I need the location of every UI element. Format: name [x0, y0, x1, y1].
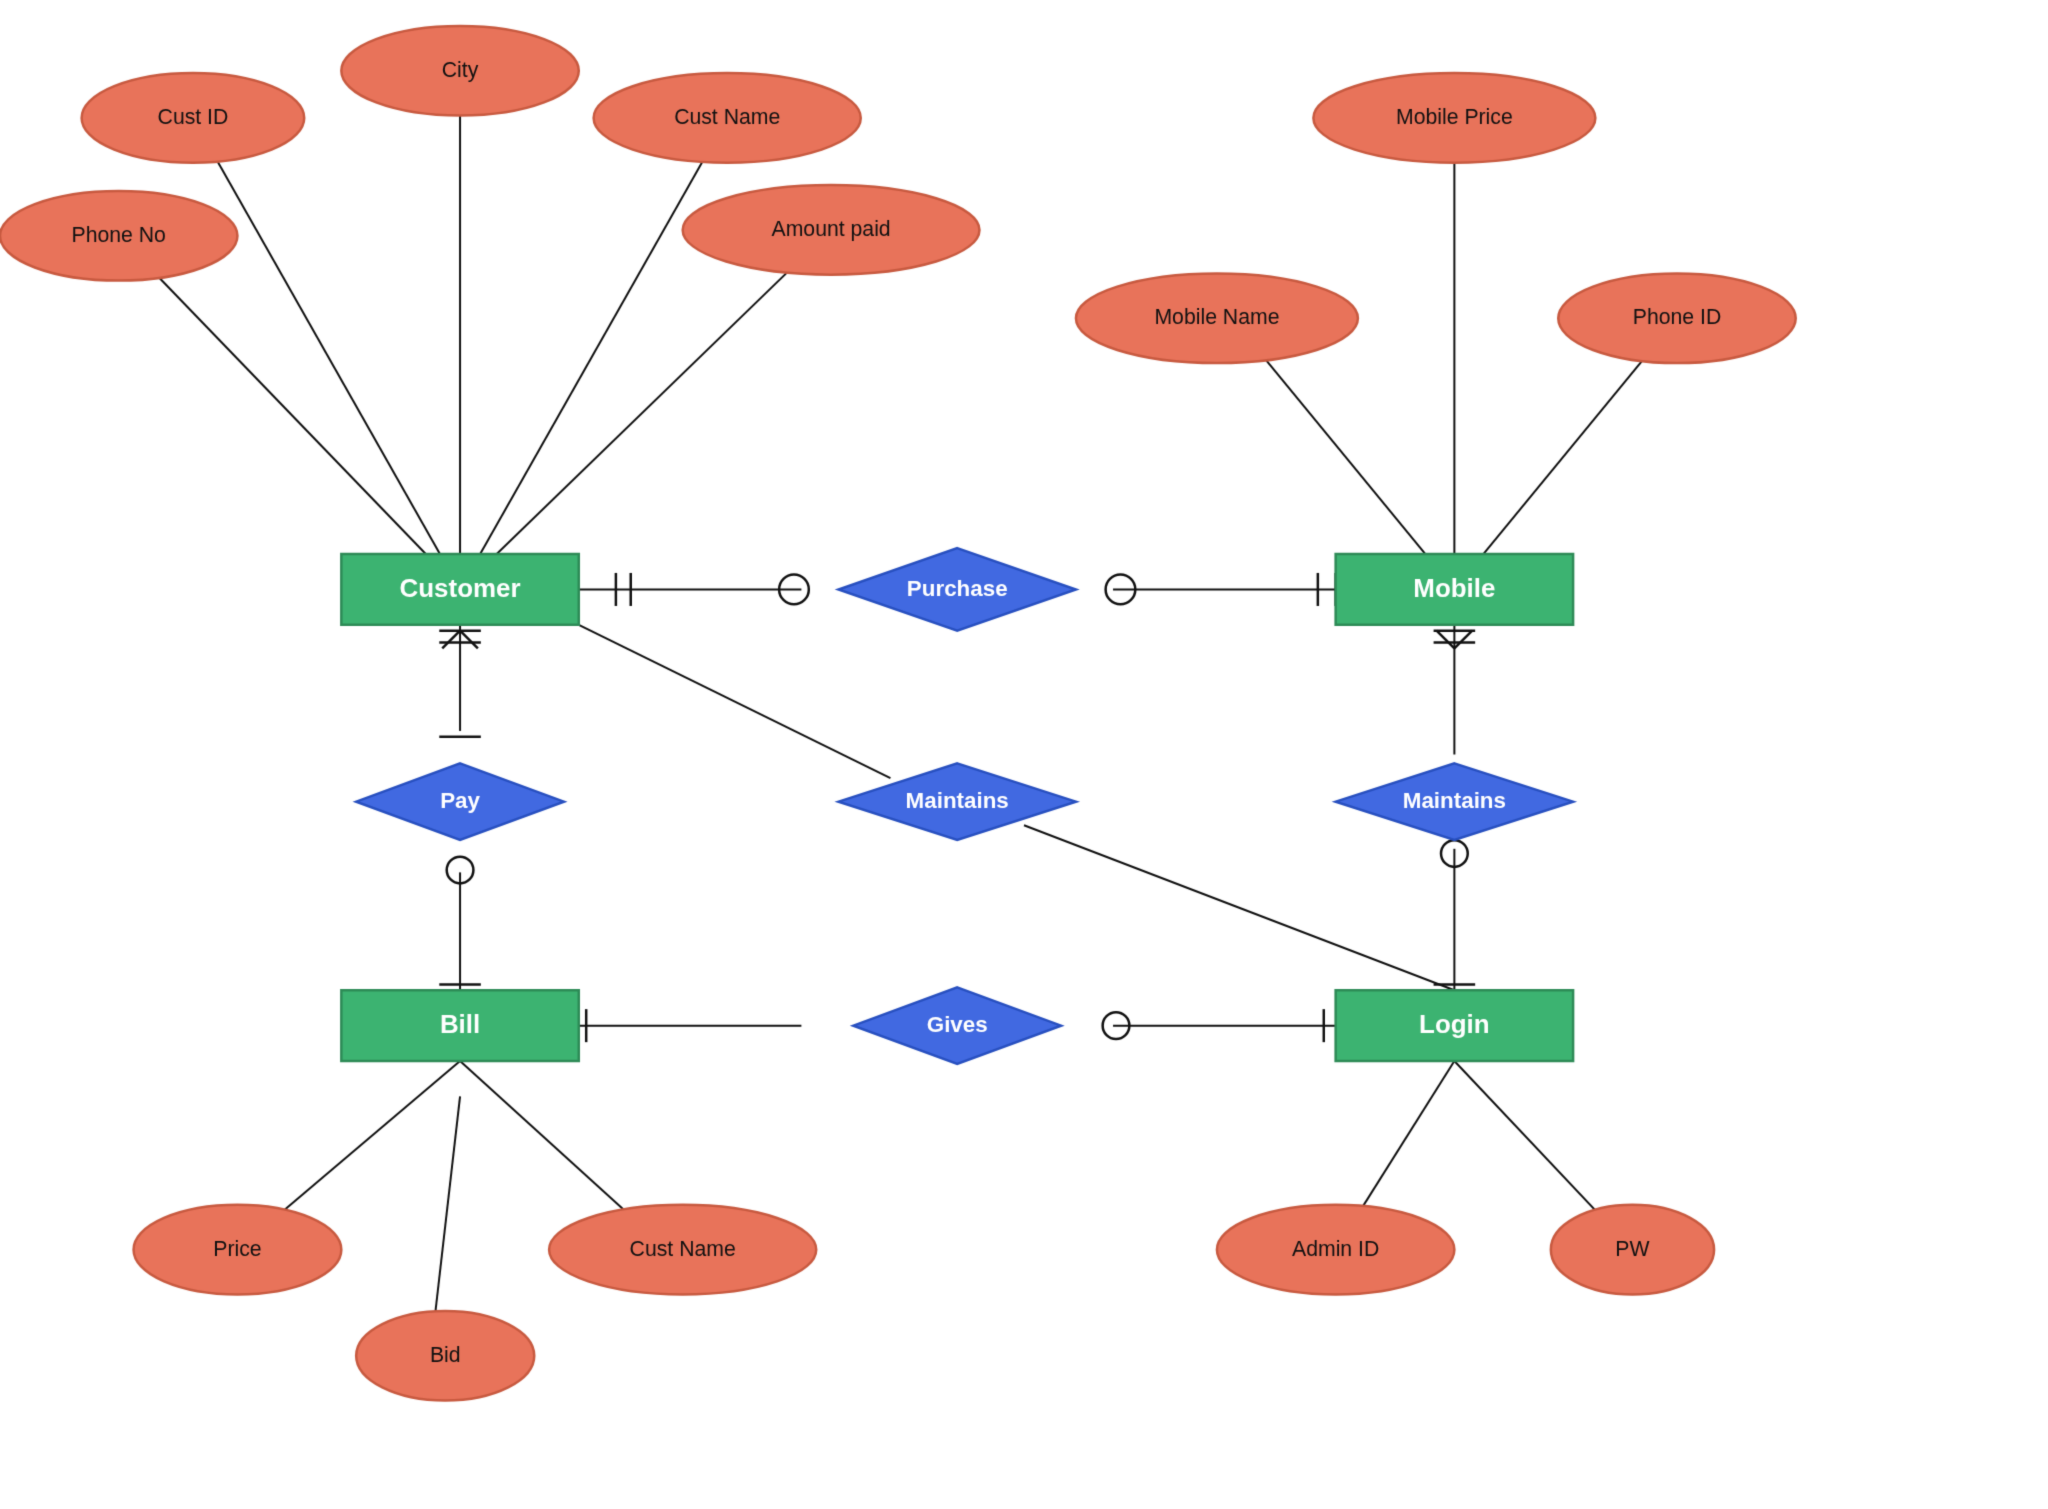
er-diagram-canvas [0, 0, 2048, 1509]
